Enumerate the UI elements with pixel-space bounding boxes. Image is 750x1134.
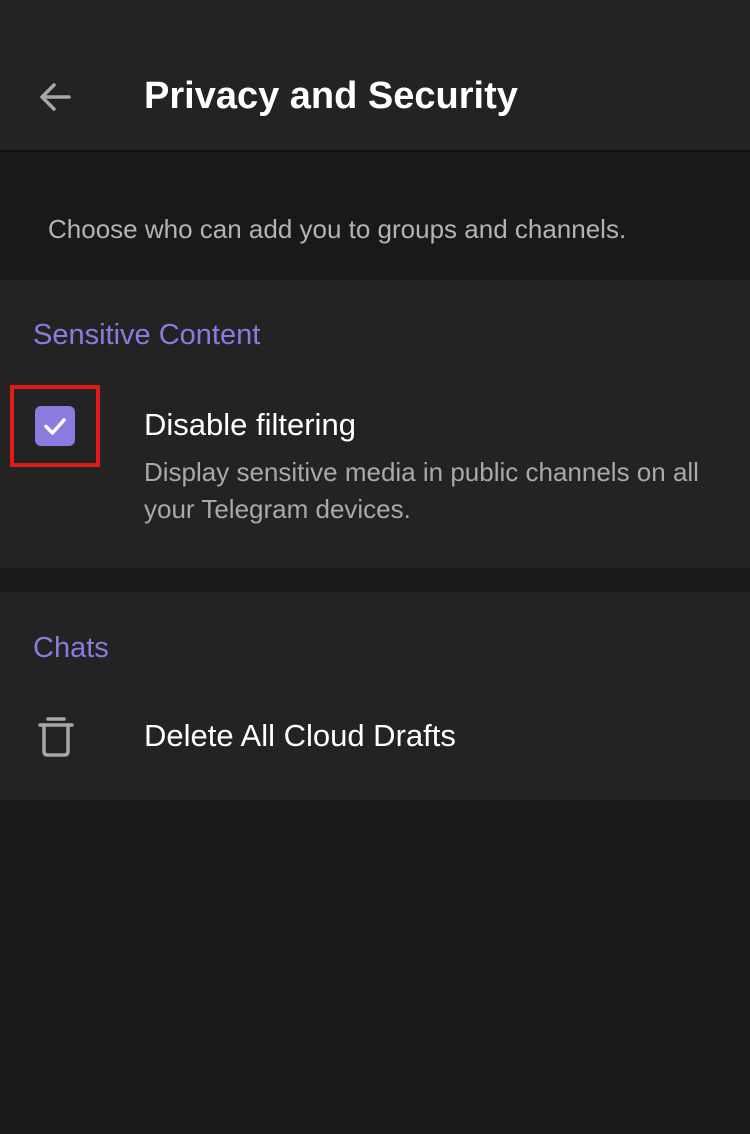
page-title: Privacy and Security: [144, 75, 518, 117]
section-header-chats: Chats: [33, 632, 109, 664]
arrow-left-icon: [40, 83, 71, 111]
disable-filtering-subtitle: Display sensitive media in public channe…: [144, 457, 699, 524]
disable-filtering-title: Disable filtering: [144, 407, 356, 442]
checkmark-icon: [44, 418, 66, 435]
top-app-bar: Privacy and Security: [0, 0, 750, 152]
info-text: Choose who can add you to groups and cha…: [48, 214, 627, 244]
delete-cloud-drafts-title: Delete All Cloud Drafts: [144, 718, 456, 753]
back-button[interactable]: [22, 64, 88, 130]
chats-section: Chats: [0, 592, 750, 800]
trash-icon: [38, 717, 74, 757]
disable-filtering-checkbox[interactable]: [35, 406, 75, 446]
section-header-sensitive-content: Sensitive Content: [33, 319, 261, 351]
highlight-box: [10, 385, 100, 467]
